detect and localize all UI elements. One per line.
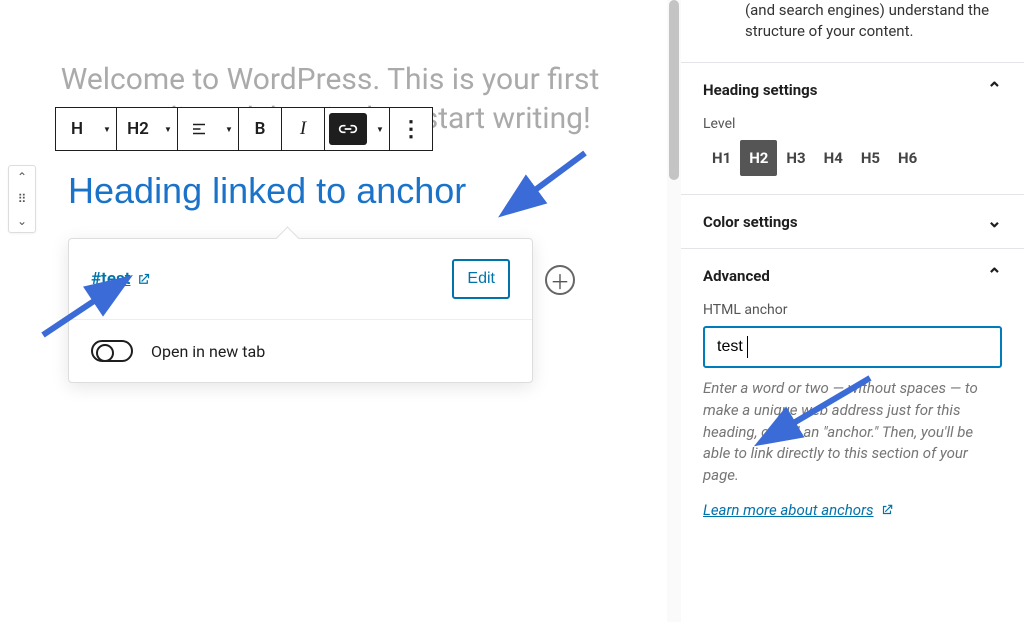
italic-button[interactable]: I bbox=[282, 108, 324, 150]
scrollbar-thumb[interactable] bbox=[669, 0, 679, 180]
move-down-button[interactable]: ⌄ bbox=[9, 210, 35, 232]
link-button[interactable] bbox=[329, 113, 367, 145]
align-button[interactable] bbox=[178, 108, 220, 150]
drag-handle[interactable]: ⠿ bbox=[9, 188, 35, 210]
chevron-up-icon: ⌃ bbox=[987, 265, 1002, 286]
link-url-text: #test bbox=[91, 269, 130, 289]
learn-more-link[interactable]: Learn more about anchors bbox=[703, 501, 894, 519]
heading-level-dropdown[interactable]: ▼ bbox=[159, 108, 177, 150]
more-rich-text-dropdown[interactable]: ▼ bbox=[371, 108, 389, 150]
settings-sidebar: (and search engines) understand the stru… bbox=[680, 0, 1024, 622]
block-type-button[interactable]: H bbox=[56, 108, 98, 150]
external-link-icon bbox=[136, 272, 151, 287]
edit-link-button[interactable]: Edit bbox=[452, 259, 510, 299]
level-h4[interactable]: H4 bbox=[815, 140, 852, 176]
level-h5[interactable]: H5 bbox=[852, 140, 889, 176]
color-settings-title: Color settings bbox=[703, 213, 798, 231]
learn-more-text: Learn more about anchors bbox=[703, 501, 874, 519]
advanced-panel-toggle[interactable]: Advanced ⌃ bbox=[681, 249, 1024, 302]
heading-level-group: H1 H2 H3 H4 H5 H6 bbox=[703, 140, 1002, 176]
heading-level-button[interactable]: H2 bbox=[117, 108, 159, 150]
chevron-up-icon: ⌃ bbox=[987, 79, 1002, 100]
link-popover: #test Edit Open in new tab bbox=[68, 238, 533, 383]
add-block-button[interactable]: ＋ bbox=[545, 265, 575, 295]
color-settings-panel-toggle[interactable]: Color settings ⌄ bbox=[681, 195, 1024, 248]
link-url[interactable]: #test bbox=[91, 269, 151, 289]
level-label: Level bbox=[703, 116, 1002, 132]
level-h6[interactable]: H6 bbox=[889, 140, 926, 176]
more-options-button[interactable]: ⋮ bbox=[390, 108, 432, 150]
block-toolbar: H ▼ H2 ▼ ▼ B I ▼ ⋮ bbox=[55, 107, 433, 151]
external-link-icon bbox=[880, 503, 894, 517]
heading-settings-panel-toggle[interactable]: Heading settings ⌃ bbox=[681, 63, 1024, 116]
heading-settings-title: Heading settings bbox=[703, 81, 817, 99]
scrollbar-track[interactable] bbox=[667, 0, 681, 622]
block-type-dropdown[interactable]: ▼ bbox=[98, 108, 116, 150]
html-anchor-help: Enter a word or two — without spaces — t… bbox=[703, 378, 1002, 487]
chevron-down-icon: ⌄ bbox=[987, 211, 1002, 232]
align-dropdown[interactable]: ▼ bbox=[220, 108, 238, 150]
heading-description: (and search engines) understand the stru… bbox=[681, 0, 1024, 62]
html-anchor-label: HTML anchor bbox=[703, 302, 1002, 318]
open-new-tab-label: Open in new tab bbox=[151, 342, 265, 361]
open-new-tab-toggle[interactable] bbox=[91, 340, 133, 362]
move-up-button[interactable]: ⌃ bbox=[9, 166, 35, 188]
level-h1[interactable]: H1 bbox=[703, 140, 740, 176]
block-mover: ⌃ ⠿ ⌄ bbox=[8, 165, 36, 233]
text-caret bbox=[747, 336, 748, 358]
heading-block[interactable]: Heading linked to anchor bbox=[68, 170, 466, 212]
level-h2[interactable]: H2 bbox=[740, 140, 777, 176]
editor-canvas: Welcome to WordPress. This is your first… bbox=[0, 0, 660, 622]
level-h3[interactable]: H3 bbox=[777, 140, 814, 176]
advanced-title: Advanced bbox=[703, 267, 770, 285]
bold-button[interactable]: B bbox=[239, 108, 281, 150]
